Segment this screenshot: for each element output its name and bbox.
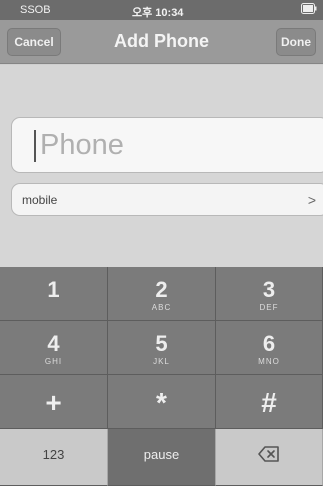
chevron-right-icon: > <box>307 192 316 208</box>
backspace-key[interactable] <box>216 429 323 486</box>
key-letters: GHI <box>44 357 63 366</box>
done-button[interactable]: Done <box>276 28 316 56</box>
navigation-bar: Cancel Add Phone Done <box>0 20 323 64</box>
numeric-mode-key[interactable]: 123 <box>0 429 108 486</box>
key-6[interactable]: 6 MNO <box>216 321 323 375</box>
status-bar: SSOB 오후 10:34 <box>0 0 323 20</box>
key-digit: 6 <box>262 331 276 356</box>
key-digit: 5 <box>155 331 168 356</box>
cancel-button[interactable]: Cancel <box>7 28 61 56</box>
key-digit: 1 <box>47 277 60 302</box>
key-symbol: # <box>261 387 277 418</box>
key-hash[interactable]: # <box>216 375 323 429</box>
phone-input[interactable] <box>40 126 290 164</box>
numeric-mode-label: 123 <box>42 447 65 462</box>
key-digit: 4 <box>47 331 60 356</box>
key-1[interactable]: 1 <box>0 267 108 321</box>
phone-label-selector[interactable]: mobile > <box>11 183 323 216</box>
pause-key[interactable]: pause <box>108 429 216 486</box>
carrier-label: SSOB <box>20 4 51 16</box>
key-5[interactable]: 5 JKL <box>108 321 216 375</box>
text-cursor <box>34 130 36 162</box>
key-2[interactable]: 2 ABC <box>108 267 216 321</box>
key-plus[interactable]: + <box>0 375 108 429</box>
key-digit: 3 <box>262 277 276 302</box>
key-letters: JKL <box>153 357 170 366</box>
key-3[interactable]: 3 DEF <box>216 267 323 321</box>
status-time: 오후 10:34 <box>132 7 184 19</box>
page-title: Add Phone <box>114 31 209 51</box>
key-symbol: + <box>45 387 62 418</box>
key-digit: 2 <box>155 277 168 302</box>
form-area: mobile > <box>0 65 323 267</box>
key-star[interactable]: * <box>108 375 216 429</box>
phone-label-value: mobile <box>22 193 58 207</box>
battery-icon <box>301 3 317 17</box>
key-symbol: * <box>156 387 167 418</box>
key-letters: ABC <box>151 303 172 312</box>
key-letters: DEF <box>259 303 279 312</box>
key-4[interactable]: 4 GHI <box>0 321 108 375</box>
backspace-icon <box>258 446 280 462</box>
phone-field[interactable] <box>11 117 323 173</box>
key-letters: MNO <box>258 357 280 366</box>
keypad: 1 2 ABC 3 DEF 4 GHI 5 JKL 6 MNO + * # 12… <box>0 267 323 486</box>
pause-label: pause <box>143 447 180 462</box>
